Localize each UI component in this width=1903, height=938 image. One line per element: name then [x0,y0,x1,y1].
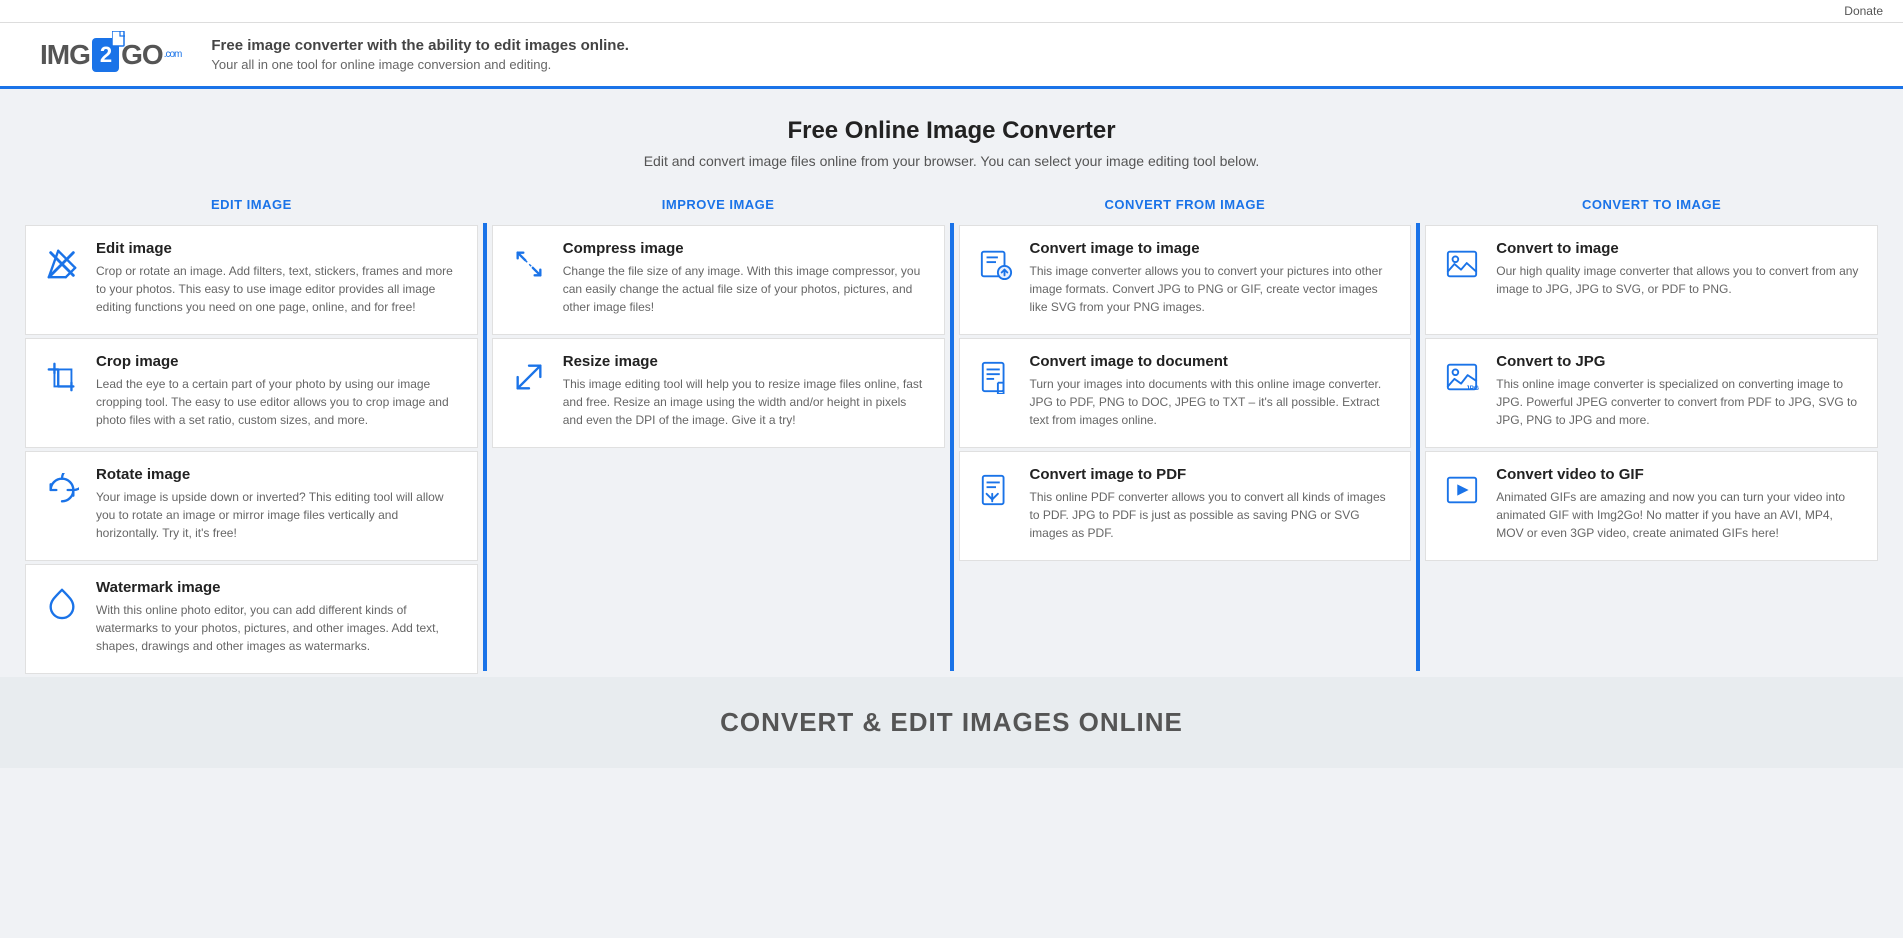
column-convert-from: CONVERT FROM IMAGE Convert image to imag… [954,185,1417,677]
logo-text-img: IMG [40,39,90,71]
card-rotate-content: Rotate image Your image is upside down o… [96,466,461,542]
card-toimg-title: Convert to image [1496,240,1861,257]
card-compress-desc: Change the file size of any image. With … [563,262,928,316]
card-c2pdf-desc: This online PDF converter allows you to … [1030,488,1395,542]
card-watermark-title: Watermark image [96,579,461,596]
card-c2i-title: Convert image to image [1030,240,1395,257]
card-c2i-content: Convert image to image This image conver… [1030,240,1395,316]
to-jpg-icon: JPG [1442,357,1482,397]
card-togif-title: Convert video to GIF [1496,466,1861,483]
tagline-sub: Your all in one tool for online image co… [211,57,551,72]
logo[interactable]: IMG 2 GO .com [40,38,181,72]
rotate-icon [42,470,82,510]
card-c2pdf-content: Convert image to PDF This online PDF con… [1030,466,1395,542]
card-to-image[interactable]: Convert to image Our high quality image … [1425,225,1878,335]
compress-icon [509,244,549,284]
card-compress-content: Compress image Change the file size of a… [563,240,928,316]
crop-icon [42,357,82,397]
card-crop-image[interactable]: Crop image Lead the eye to a certain par… [25,338,478,448]
bottom-banner-text: CONVERT & EDIT IMAGES ONLINE [20,707,1883,738]
card-watermark-content: Watermark image With this online photo e… [96,579,461,655]
card-tojpg-desc: This online image converter is specializ… [1496,375,1861,429]
svg-text:JPG: JPG [1466,385,1479,392]
card-edit-desc: Crop or rotate an image. Add filters, te… [96,262,461,316]
card-resize-title: Resize image [563,353,928,370]
card-edit-image[interactable]: Edit image Crop or rotate an image. Add … [25,225,478,335]
columns-wrapper: EDIT IMAGE Edit image Crop or rotate an … [0,185,1903,677]
logo-box: 2 [92,38,119,72]
column-edit: EDIT IMAGE Edit image Crop or rotate an … [20,185,483,677]
card-to-jpg[interactable]: JPG Convert to JPG This online image con… [1425,338,1878,448]
card-c2i-desc: This image converter allows you to conve… [1030,262,1395,316]
col-header-convert-from: CONVERT FROM IMAGE [954,185,1417,222]
convert-pdf-icon [976,470,1016,510]
card-convert-image-to-doc[interactable]: Convert image to document Turn your imag… [959,338,1412,448]
convert-doc-icon [976,357,1016,397]
card-edit-title: Edit image [96,240,461,257]
card-resize-image[interactable]: Resize image This image editing tool wil… [492,338,945,448]
card-crop-desc: Lead the eye to a certain part of your p… [96,375,461,429]
logo-com: .com [164,49,182,60]
hero-subtitle: Edit and convert image files online from… [20,153,1883,169]
card-watermark-image[interactable]: Watermark image With this online photo e… [25,564,478,674]
card-to-gif[interactable]: Convert video to GIF Animated GIFs are a… [1425,451,1878,561]
card-edit-content: Edit image Crop or rotate an image. Add … [96,240,461,316]
watermark-icon [42,583,82,623]
card-resize-desc: This image editing tool will help you to… [563,375,928,429]
col-header-convert-to: CONVERT TO IMAGE [1420,185,1883,222]
resize-icon [509,357,549,397]
card-compress-title: Compress image [563,240,928,257]
header-tagline: Free image converter with the ability to… [211,37,629,72]
donate-link[interactable]: Donate [1844,4,1883,18]
card-rotate-title: Rotate image [96,466,461,483]
col-header-edit: EDIT IMAGE [20,185,483,222]
card-rotate-desc: Your image is upside down or inverted? T… [96,488,461,542]
logo-page-icon [112,31,126,48]
convert-image-icon [976,244,1016,284]
to-gif-icon [1442,470,1482,510]
tagline-bold: Free image converter with the ability to… [211,37,629,54]
card-c2doc-title: Convert image to document [1030,353,1395,370]
card-watermark-desc: With this online photo editor, you can a… [96,601,461,655]
column-improve: IMPROVE IMAGE Compress image Change the … [487,185,950,677]
hero-section: Free Online Image Converter Edit and con… [0,89,1903,185]
card-tojpg-content: Convert to JPG This online image convert… [1496,353,1861,429]
logo-text-go: GO [121,39,163,71]
card-toimg-content: Convert to image Our high quality image … [1496,240,1861,298]
card-tojpg-title: Convert to JPG [1496,353,1861,370]
card-resize-content: Resize image This image editing tool wil… [563,353,928,429]
column-convert-to: CONVERT TO IMAGE Convert to image Our hi… [1420,185,1883,677]
card-c2pdf-title: Convert image to PDF [1030,466,1395,483]
card-togif-desc: Animated GIFs are amazing and now you ca… [1496,488,1861,542]
card-convert-image-to-image[interactable]: Convert image to image This image conver… [959,225,1412,335]
to-image-icon [1442,244,1482,284]
top-bar: Donate [0,0,1903,23]
bottom-banner: CONVERT & EDIT IMAGES ONLINE [0,677,1903,768]
header: IMG 2 GO .com Free image converter with … [0,23,1903,89]
card-crop-title: Crop image [96,353,461,370]
card-crop-content: Crop image Lead the eye to a certain par… [96,353,461,429]
card-togif-content: Convert video to GIF Animated GIFs are a… [1496,466,1861,542]
hero-title: Free Online Image Converter [20,117,1883,145]
logo-text-2: 2 [100,42,111,68]
col-header-improve: IMPROVE IMAGE [487,185,950,222]
card-convert-image-to-pdf[interactable]: Convert image to PDF This online PDF con… [959,451,1412,561]
card-c2doc-desc: Turn your images into documents with thi… [1030,375,1395,429]
edit-icon [42,244,82,284]
card-compress-image[interactable]: Compress image Change the file size of a… [492,225,945,335]
card-toimg-desc: Our high quality image converter that al… [1496,262,1861,298]
card-c2doc-content: Convert image to document Turn your imag… [1030,353,1395,429]
card-rotate-image[interactable]: Rotate image Your image is upside down o… [25,451,478,561]
